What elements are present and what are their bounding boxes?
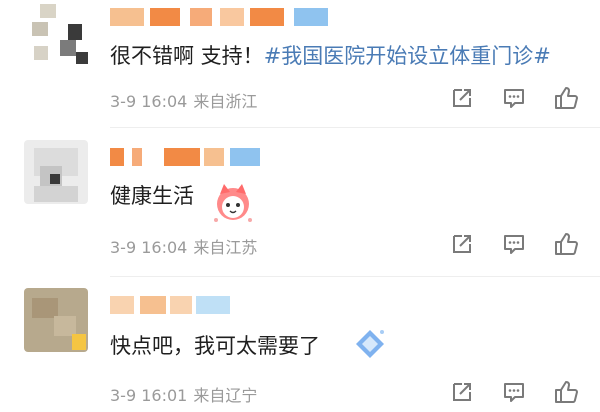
divider — [110, 127, 600, 128]
comment-time: 3-9 16:01 — [110, 386, 188, 405]
comment-time: 3-9 16:04 — [110, 238, 188, 257]
divider — [110, 276, 600, 277]
comment-actions — [448, 84, 584, 112]
like-icon[interactable] — [552, 84, 580, 112]
username[interactable] — [110, 148, 260, 166]
comment-location: 来自江苏 — [193, 238, 258, 257]
comment-location: 来自辽宁 — [193, 386, 258, 405]
avatar[interactable] — [24, 288, 88, 352]
comment-text: 健康生活 — [110, 184, 194, 208]
comment-actions — [448, 230, 584, 258]
comment-time: 3-9 16:04 — [110, 92, 188, 111]
comment-meta: 3-9 16:01 来自辽宁 — [110, 382, 257, 406]
cat-emoji-icon — [210, 182, 256, 224]
comment-icon[interactable] — [500, 230, 528, 258]
share-icon[interactable] — [448, 84, 476, 112]
comment-icon[interactable] — [500, 84, 528, 112]
username[interactable] — [110, 8, 330, 26]
username[interactable] — [110, 296, 230, 314]
like-icon[interactable] — [552, 378, 580, 406]
share-icon[interactable] — [448, 230, 476, 258]
diamond-emoji-icon — [352, 326, 388, 362]
comment-icon[interactable] — [500, 378, 528, 406]
comment-text: 很不错啊 支持！#我国医院开始设立体重门诊# — [110, 44, 551, 68]
topic-link[interactable]: #我国医院开始设立体重门诊# — [264, 44, 551, 68]
avatar[interactable] — [24, 4, 88, 68]
comment-text: 快点吧，我可太需要了 — [110, 334, 320, 358]
comment-location: 来自浙江 — [193, 92, 258, 111]
comment-meta: 3-9 16:04 来自江苏 — [110, 234, 257, 258]
avatar[interactable] — [24, 140, 88, 204]
share-icon[interactable] — [448, 378, 476, 406]
comment-actions — [448, 378, 584, 406]
comment-meta: 3-9 16:04 来自浙江 — [110, 88, 257, 112]
like-icon[interactable] — [552, 230, 580, 258]
